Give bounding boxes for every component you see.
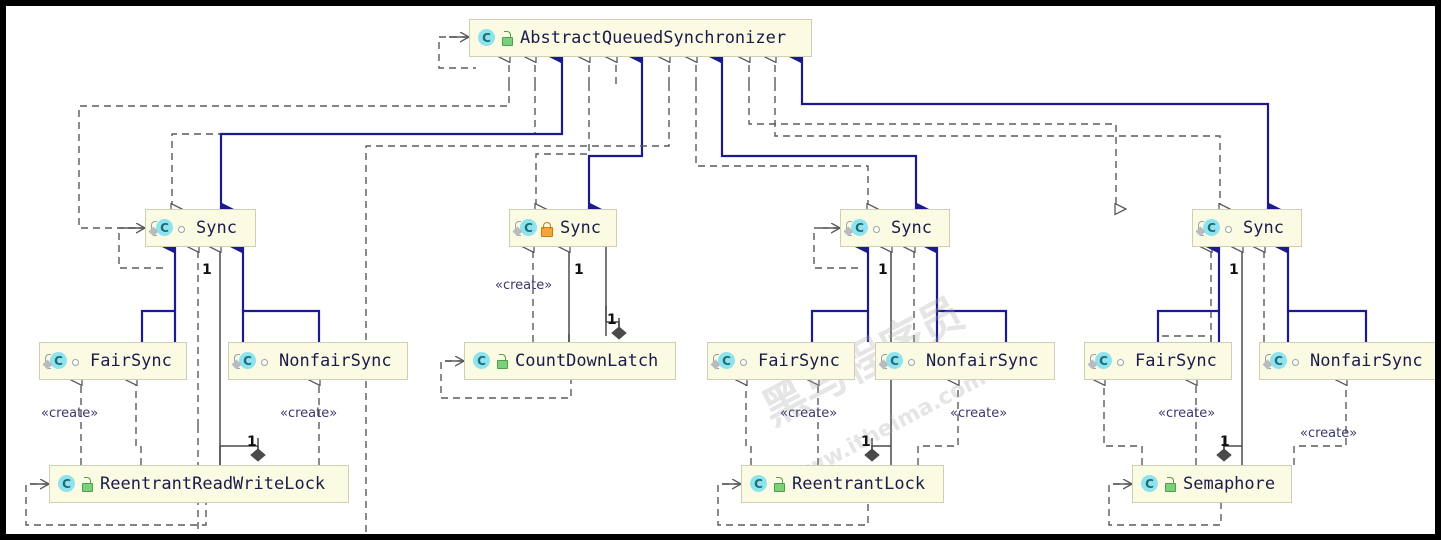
stereotype-create-label: «create» [280,406,338,421]
multiplicity-label: 1 [202,262,212,278]
multiplicity-label: 1 [607,312,617,328]
package-visibility-icon [905,353,919,369]
stereotype-create-label: «create» [495,278,553,293]
stereotype-create-label: «create» [780,406,838,421]
public-visibility-icon [771,476,785,492]
public-visibility-icon [494,353,508,369]
class-name-label: FairSync [1135,351,1217,371]
multiplicity-label: 1 [1229,262,1239,278]
class-name-label: FairSync [758,351,840,371]
package-visibility-icon [737,353,751,369]
public-visibility-icon [499,30,513,46]
class-name-label: NonfairSync [279,351,392,371]
edge-g1-dep [78,84,510,229]
edge-g4-dep0 [748,84,1116,209]
class-name-label: AbstractQueuedSynchronizer [520,28,787,48]
edge-g3-long [365,84,670,534]
public-visibility-icon [79,476,93,492]
rl-create-nonfair2 [917,380,958,465]
multiplicity-label: 1 [1220,434,1230,450]
class-name-label: Sync [560,218,601,238]
edge-g3-inherit [720,84,916,209]
rl-comp-leg [871,445,891,458]
class-node-aqs[interactable]: C AbstractQueuedSynchronizer [469,19,812,57]
multiplicity-label: 1 [574,262,584,278]
class-name-label: ReentrantReadWriteLock [100,474,326,494]
package-visibility-icon [1289,353,1303,369]
fair2-inherit-leg [810,309,870,342]
class-icon: C [471,351,491,371]
class-name-label: ReentrantLock [792,474,926,494]
class-node-sem[interactable]: C Semaphore [1132,465,1292,503]
rl-create-fair2 [746,380,752,465]
multiplicity-label: 1 [247,434,257,450]
edge-g1-dep2 [172,84,536,209]
stereotype-create-label: «create» [41,406,99,421]
class-icon: C [1139,474,1159,494]
class-name-label: NonfairSync [1310,351,1423,371]
class-icon: C [1090,351,1112,371]
class-icon: C [151,218,173,238]
class-node-nonfair3[interactable]: C NonfairSync [1259,342,1435,380]
class-icon: C [56,474,76,494]
class-node-sync1[interactable]: C Sync [145,209,256,247]
class-node-sync2[interactable]: C Sync [509,209,617,247]
class-name-label: Sync [1243,218,1284,238]
package-visibility-icon [1114,353,1128,369]
stereotype-create-label: «create» [1158,406,1216,421]
class-icon: C [234,351,256,371]
nonfair3-inherit-leg [1286,309,1368,342]
class-icon: C [515,218,537,238]
edge-g4-dep [774,84,1220,209]
package-visibility-icon [870,220,884,236]
class-icon: C [846,218,868,238]
connector-layer [25,6,1368,534]
package-visibility-icon [1222,220,1236,236]
class-node-fair1[interactable]: C FairSync [39,342,187,380]
class-icon: C [881,351,903,371]
private-visibility-icon [539,220,553,237]
stereotype-create-label: «create» [950,406,1008,421]
package-visibility-icon [69,353,83,369]
class-icon: C [1198,218,1220,238]
class-node-rrwl[interactable]: C ReentrantReadWriteLock [49,465,349,503]
class-icon: C [713,351,735,371]
class-name-label: FairSync [90,351,172,371]
class-name-label: NonfairSync [926,351,1039,371]
fair1-inherit-leg [140,309,177,342]
diagram-canvas: 黑马程序员 www.itheima.com C AbstractQueuedSync… [0,0,1441,540]
sem-create-nonfair3 [1293,380,1346,465]
package-visibility-icon [175,220,189,236]
class-node-sync4[interactable]: C Sync [1192,209,1302,247]
class-node-nonfair1[interactable]: C NonfairSync [228,342,408,380]
multiplicity-label: 1 [878,262,888,278]
rrwl-create-fair1b [136,380,142,465]
class-icon: C [476,28,496,48]
class-node-fair2[interactable]: C FairSync [707,342,855,380]
class-name-label: CountDownLatch [515,351,659,371]
nonfair2-inherit-leg [935,309,1008,342]
package-visibility-icon [258,353,272,369]
class-node-fair3[interactable]: C FairSync [1084,342,1232,380]
nonfair1-inherit-leg [241,309,321,342]
multiplicity-label: 1 [861,434,871,450]
class-node-rl[interactable]: C ReentrantLock [741,465,944,503]
class-name-label: Semaphore [1183,474,1276,494]
sem-create-fair3 [1104,380,1143,465]
class-node-nonfair2[interactable]: C NonfairSync [875,342,1055,380]
class-icon: C [748,474,768,494]
stereotype-create-label: «create» [1300,426,1358,441]
class-icon: C [1265,351,1287,371]
class-icon: C [45,351,67,371]
fair3-inherit-leg [1156,309,1221,342]
class-name-label: Sync [891,218,932,238]
class-node-sync3[interactable]: C Sync [840,209,950,247]
public-visibility-icon [1162,476,1176,492]
class-node-cdl[interactable]: C CountDownLatch [464,342,676,380]
edge-g4-inherit [800,84,1268,209]
class-name-label: Sync [196,218,237,238]
